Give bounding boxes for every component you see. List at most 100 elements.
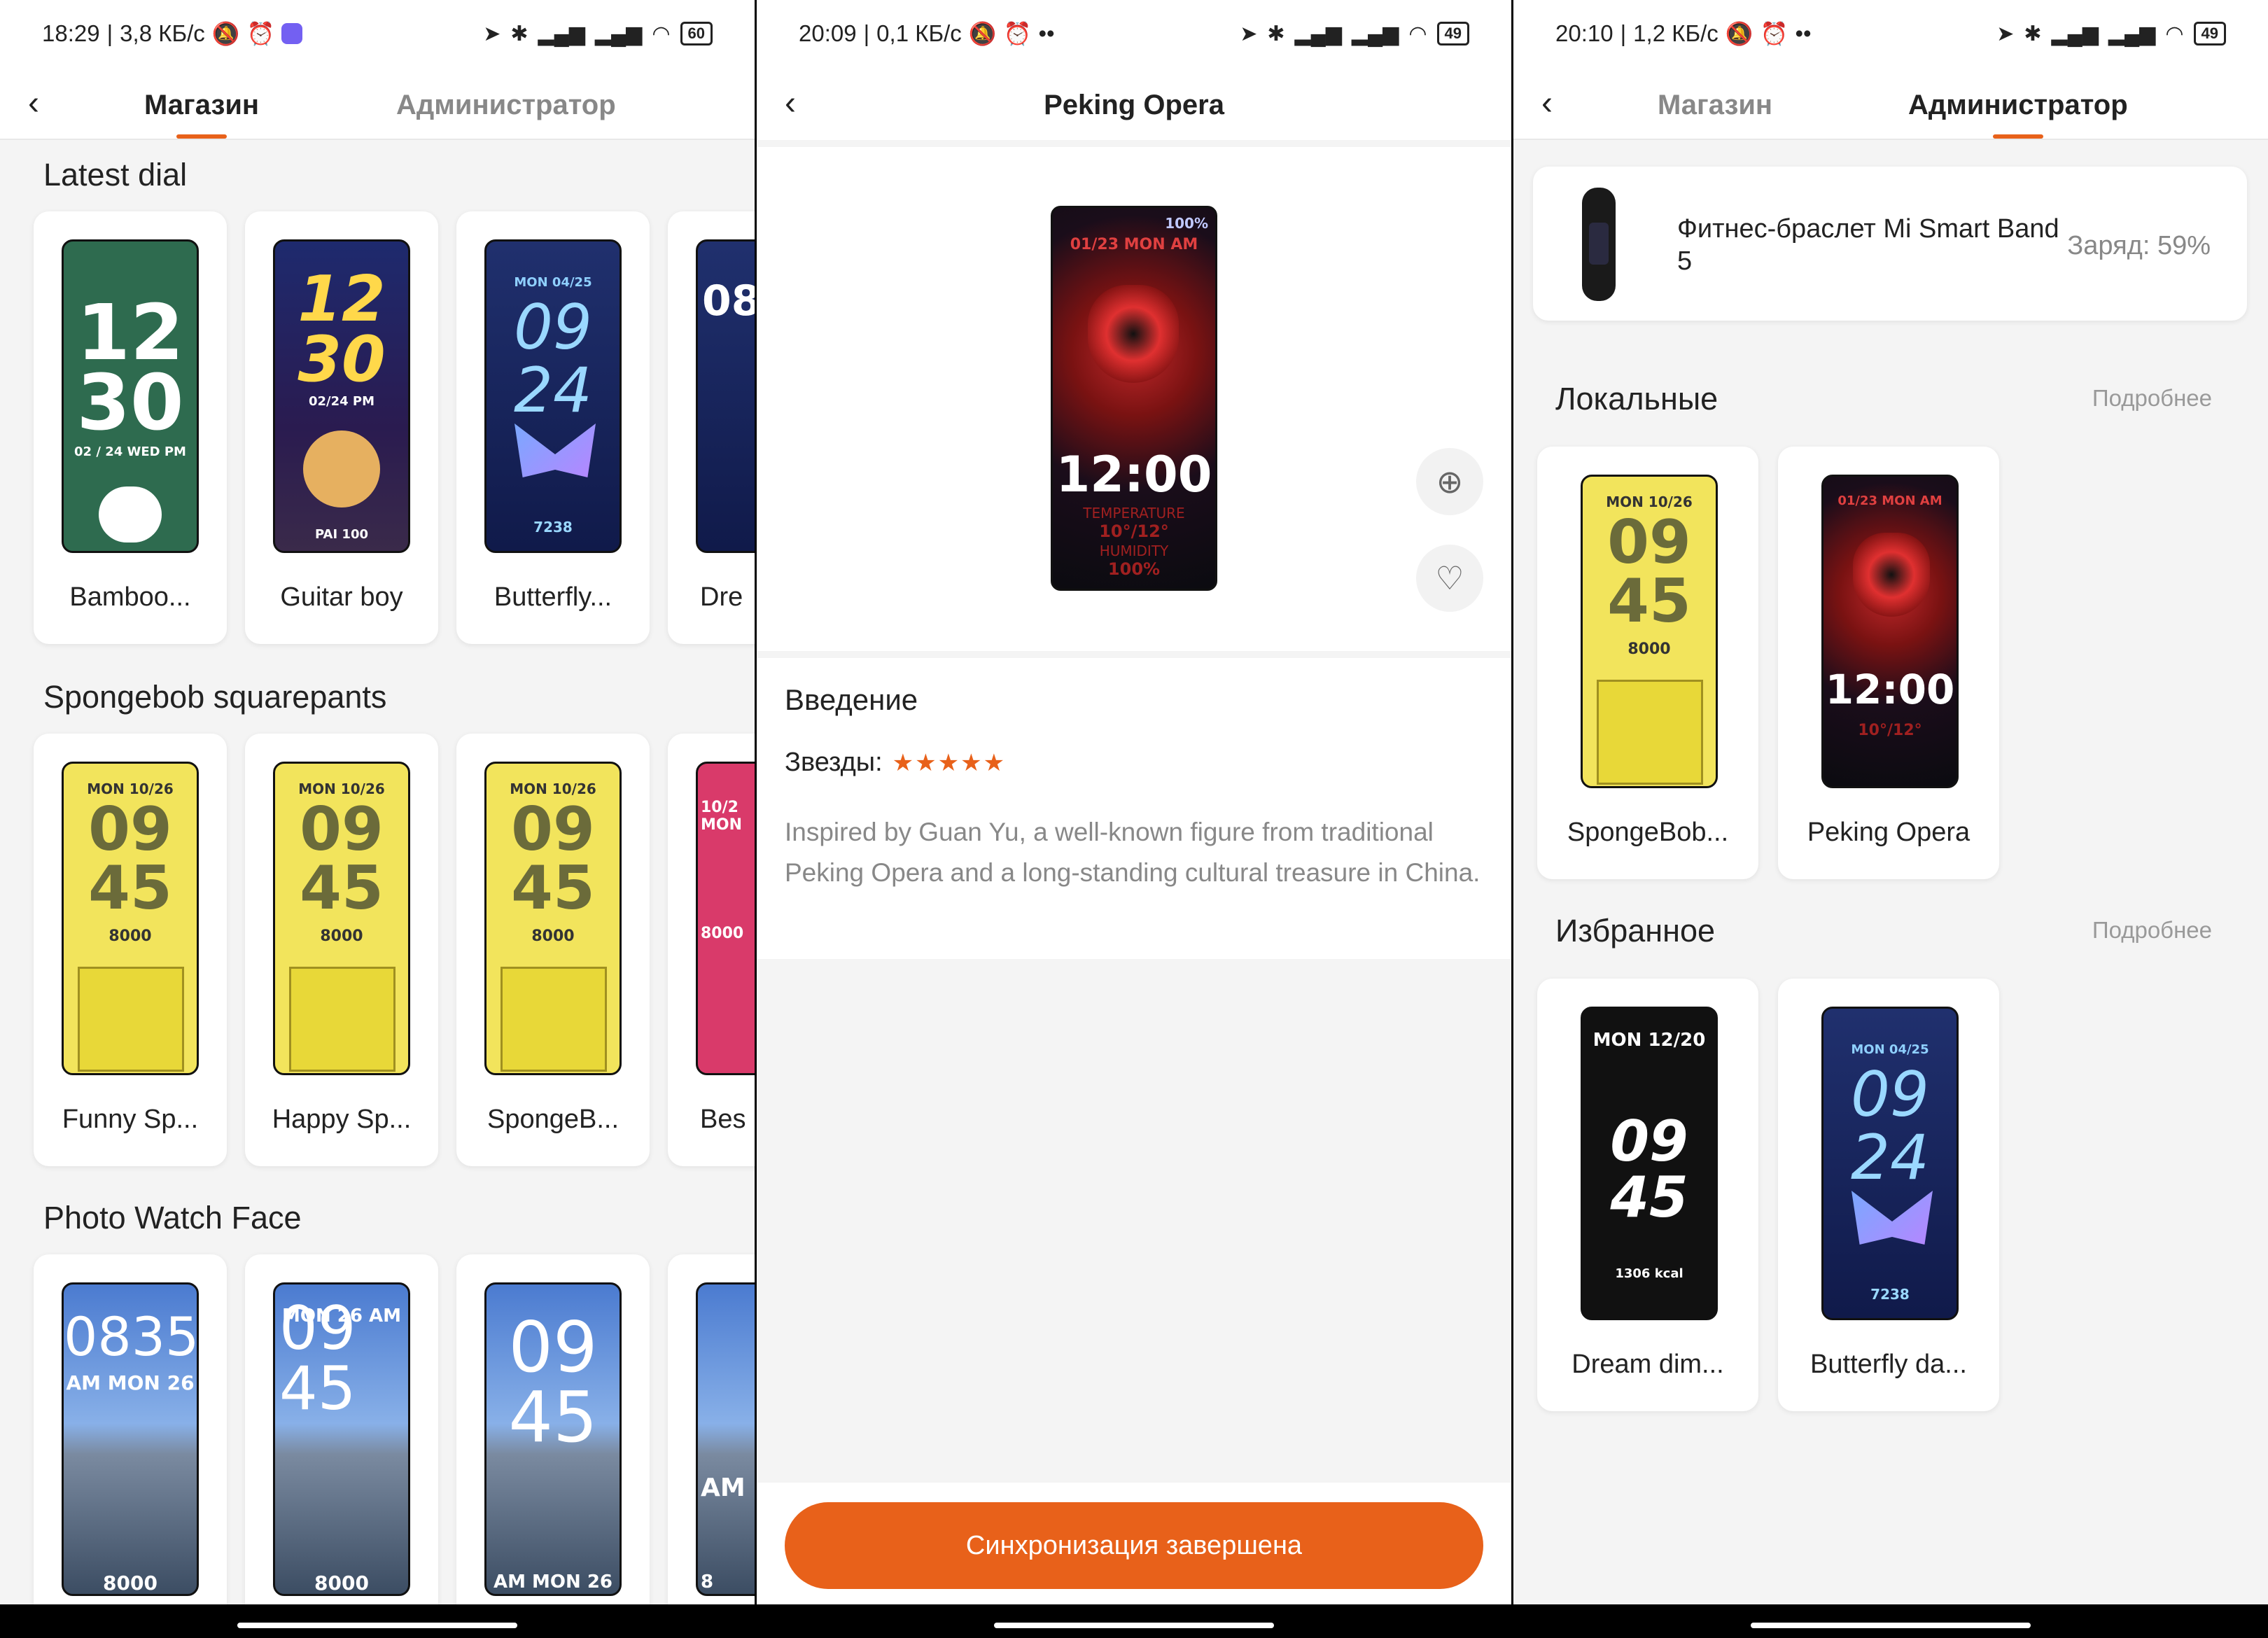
tab-admin[interactable]: Администратор [396,83,616,127]
viber-icon [281,23,303,44]
section-title-local: Локальные [1555,381,1718,416]
watchface-preview: 0835 AM MON 26 8000 [62,1282,199,1596]
heart-icon[interactable]: ♡ [1416,545,1483,612]
card-label: Dre [700,582,743,612]
status-time: 20:10 [1555,20,1614,46]
back-arrow-icon[interactable]: ‹ [1541,87,1575,120]
bluetooth-icon: ✱ [2024,22,2042,46]
tab-admin[interactable]: Администратор [1908,83,2128,139]
butterfly-image [1851,1191,1933,1245]
watchface-card[interactable]: 08 Dre [668,211,755,644]
back-arrow-icon[interactable]: ‹ [28,87,62,120]
opera-mask-image [1088,285,1179,383]
signal-icon: ▂▄▆ [2051,22,2099,46]
watchface-card[interactable]: 12 30 02/24 PM PAI 100 Guitar boy [245,211,438,644]
local-more-link[interactable]: Подробнее [2092,385,2212,412]
watchface-preview: MON 10/26 09 45 8000 [273,762,410,1075]
home-indicator[interactable] [994,1623,1274,1628]
gesture-bar [0,1604,755,1638]
preview-area: 100% 01/23 MON AM 12:00 TEMPERATURE 10°/… [757,147,1511,651]
watchface-large-preview: 100% 01/23 MON AM 12:00 TEMPERATURE 10°/… [1051,206,1217,591]
card-label: Bamboo... [69,582,191,612]
battery-icon: 49 [2193,22,2226,46]
location-icon: ➤ [1996,22,2015,46]
card-label: Butterfly... [493,582,612,612]
top-nav: ‹ Peking Opera [757,67,1511,140]
more-dots-icon: •• [1795,20,1812,46]
status-speed: 1,2 КБ/с [1633,20,1718,46]
section-title-favorites: Избранное [1555,913,1716,948]
wifi-icon: ◠ [1408,22,1427,46]
signal-icon: ▂▄▆ [538,22,585,46]
gesture-bar [1513,1604,2268,1638]
device-name: Фитнес-браслет Mi Smart Band 5 [1677,214,2059,276]
watchface-card[interactable]: 0835 AM MON 26 8000 [34,1254,227,1638]
sync-button[interactable]: Синхронизация завершена [785,1502,1483,1589]
watchface-card[interactable]: AM 09 8 [668,1254,755,1638]
card-label: Happy Sp... [272,1105,412,1134]
signal-icon: ▂▄▆ [1294,22,1342,46]
watchface-card[interactable]: 12 30 02 / 24 WED PM Bamboo... [34,211,227,644]
panda-image [99,486,162,542]
battery-icon: 49 [1436,22,1469,46]
card-label: SpongeB... [486,1105,620,1134]
bluetooth-icon: ✱ [510,22,528,46]
watchface-card[interactable]: MON 12/20 09 45 1306 kcal Dream dim... [1537,979,1758,1411]
tab-store[interactable]: Магазин [144,83,259,139]
mute-icon: 🔕 [968,21,997,46]
page-title: Peking Opera [1044,90,1224,120]
alarm-icon: ⏰ [246,21,275,46]
watchface-card[interactable]: MON 04/25 09 24 7238 Butterfly... [456,211,650,644]
rating-row: Звезды: ★★★★★ [785,748,1006,778]
watchface-card[interactable]: MON 10/26 09 45 8000 Happy Sp... [245,734,438,1166]
store-screen: 18:29 | 3,8 КБ/с 🔕 ⏰ ➤ ✱ ▂▄▆ ▂▄▆ ◠ 60 ‹ … [0,0,755,1638]
location-icon: ➤ [1240,22,1258,46]
alarm-icon: ⏰ [1760,21,1788,46]
watchface-card[interactable]: 10/2 MON 8000 Bes [668,734,755,1166]
section-title-photo: Photo Watch Face [43,1200,302,1236]
card-label: Dream dim... [1572,1350,1724,1379]
watchface-preview: AM 09 8 [696,1282,755,1596]
top-nav: ‹ Магазин Администратор [0,67,755,140]
wifi-icon: ◠ [2165,22,2184,46]
watchface-card[interactable]: 09 45 MON 26 AM 8000 [245,1254,438,1638]
favorites-more-link[interactable]: Подробнее [2092,917,2212,944]
section-title-latest: Latest dial [43,157,188,192]
band-image [1582,188,1616,301]
watchface-card[interactable]: MON 10/26 09 45 8000 SpongeBob... [1537,447,1758,879]
watchface-card[interactable]: MON 10/26 09 45 8000 Funny Sp... [34,734,227,1166]
watchface-card[interactable]: 09 45 AM MON 26 [456,1254,650,1638]
watchface-preview: 10/2 MON 8000 [696,762,755,1075]
home-indicator[interactable] [237,1623,517,1628]
signal-icon-2: ▂▄▆ [2108,22,2156,46]
card-label: Funny Sp... [62,1105,199,1134]
description: Inspired by Guan Yu, a well-known figure… [785,818,1480,887]
watchface-detail-screen: 20:09 | 0,1 КБ/с 🔕 ⏰ •• ➤ ✱ ▂▄▆ ▂▄▆ ◠ 49… [757,0,1511,1638]
device-card[interactable]: Фитнес-браслет Mi Smart Band 5 Заряд: 59… [1533,167,2247,321]
watchface-card[interactable]: MON 04/25 09 24 7238 Butterfly da... [1778,979,1999,1411]
watchface-preview: 01/23 MON AM 12:00 10°/12° [1821,475,1959,788]
active-tab-indicator [176,134,227,139]
watchface-preview: 12 30 02/24 PM PAI 100 [273,239,410,553]
butterfly-image [514,424,596,477]
top-nav: ‹ Магазин Администратор [1513,67,2268,140]
tab-store-label: Магазин [1658,90,1773,120]
more-dots-icon: •• [1038,20,1055,46]
bluetooth-icon: ✱ [1267,22,1285,46]
watchface-card[interactable]: MON 10/26 09 45 8000 SpongeB... [456,734,650,1166]
home-indicator[interactable] [1751,1623,2031,1628]
active-tab-indicator [1992,134,2043,139]
zoom-in-icon[interactable]: ⊕ [1416,448,1483,515]
watchface-card[interactable]: 01/23 MON AM 12:00 10°/12° Peking Opera [1778,447,1999,879]
stars-label: Звезды: [785,748,883,777]
signal-icon-2: ▂▄▆ [594,22,643,46]
wifi-icon: ◠ [652,22,671,46]
location-icon: ➤ [483,22,501,46]
mute-icon: 🔕 [211,21,240,46]
watchface-preview: 09 45 AM MON 26 [484,1282,622,1596]
spongebob-image [500,967,607,1072]
tab-store[interactable]: Магазин [1658,83,1772,127]
watchface-preview: MON 12/20 09 45 1306 kcal [1581,1007,1718,1320]
intro-title: Введение [785,683,918,716]
card-label: Bes [700,1105,746,1134]
